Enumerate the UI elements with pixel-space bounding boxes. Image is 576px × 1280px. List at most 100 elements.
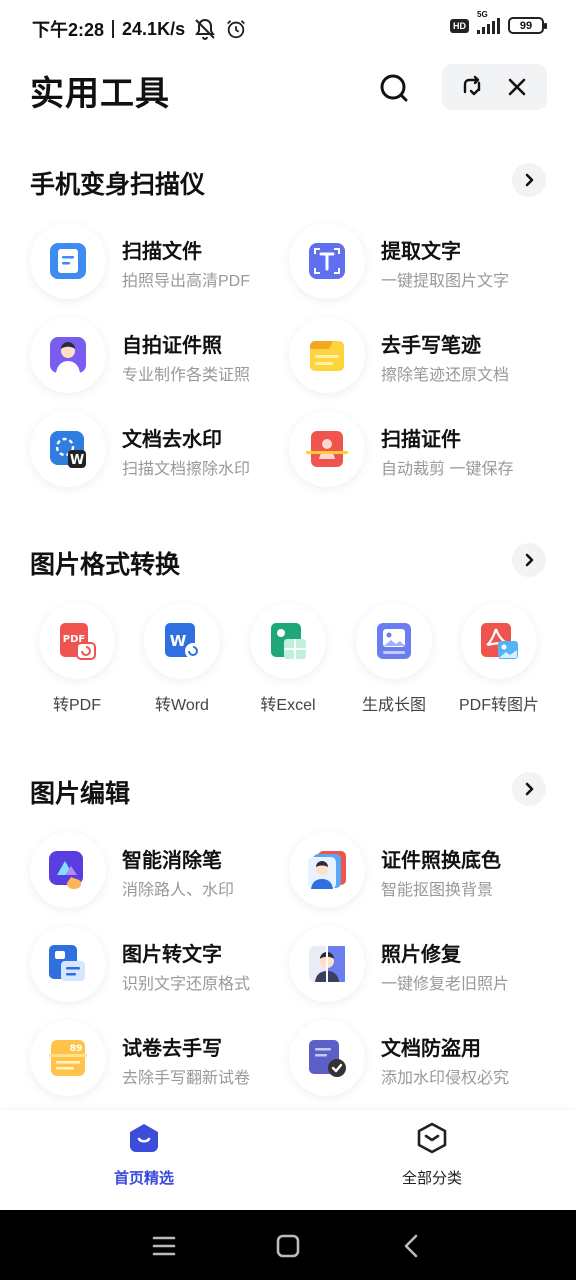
pdf-to-image-icon [481, 623, 518, 659]
edit-section: 图片编辑 智能消除笔 消除路人、水印 证件照换底色 智能抠图换背景 图片转文字 … [0, 772, 576, 1112]
battery-icon: 99 [508, 17, 547, 34]
image-to-text-icon [49, 945, 85, 981]
network-type: 5G [477, 9, 488, 19]
remove-handwriting-icon [310, 341, 344, 371]
section-title: 图片格式转换 [30, 551, 181, 579]
tool-name: 扫描文件 [122, 241, 202, 263]
search-icon [380, 74, 408, 102]
tool-name: 去手写笔迹 [381, 335, 481, 357]
tool-smart-eraser[interactable]: 智能消除笔 消除路人、水印 [30, 832, 300, 912]
tool-desc: 识别文字还原格式 [122, 976, 251, 993]
format-label: 生成长图 [361, 697, 426, 714]
tool-desc: 一键提取图片文字 [381, 273, 510, 290]
tool-desc: 智能抠图换背景 [381, 882, 494, 899]
extract-text-icon [309, 243, 345, 279]
status-bar: 下午2:28 24.1K/s HD 5G 99 [0, 0, 576, 56]
svg-text:89: 89 [70, 1044, 83, 1054]
exam-clean-icon: 89 [49, 1040, 87, 1076]
tool-desc: 擦除笔迹还原文档 [381, 367, 510, 384]
chevron-right-icon [525, 782, 534, 796]
tool-desc: 消除路人、水印 [122, 882, 235, 899]
id-photo-icon [50, 337, 86, 373]
tool-desc: 自动裁剪 一键保存 [381, 461, 514, 478]
tool-exam-clean[interactable]: 89 试卷去手写 去除手写翻新试卷 [30, 1020, 300, 1100]
tool-desc: 扫描文档擦除水印 [122, 461, 251, 478]
mini-program-capsule [442, 64, 547, 110]
remove-watermark-icon: W [50, 431, 86, 468]
tool-change-background[interactable]: 证件照换底色 智能抠图换背景 [289, 832, 559, 912]
battery-level: 99 [519, 19, 533, 32]
section-title: 手机变身扫描仪 [30, 171, 206, 199]
svg-text:W: W [70, 453, 84, 468]
change-background-icon [308, 851, 346, 889]
format-label: 转Excel [260, 697, 316, 714]
scan-document-icon [50, 243, 86, 279]
svg-text:W: W [170, 632, 187, 650]
format-more-button[interactable] [512, 543, 546, 577]
scan-id-icon [306, 431, 348, 467]
close-icon [508, 78, 526, 96]
tool-desc: 一键修复老旧照片 [381, 976, 510, 993]
status-separator [112, 20, 115, 38]
tab-home[interactable]: 首页精选 [69, 1122, 219, 1188]
format-to-excel[interactable]: 转Excel [238, 603, 338, 723]
tool-desc: 专业制作各类证照 [122, 367, 251, 384]
format-pdf-to-image[interactable]: PDF转图片 [449, 603, 549, 723]
tool-scan-id[interactable]: 扫描证件 自动裁剪 一键保存 [289, 411, 559, 491]
format-long-image[interactable]: 生成长图 [344, 603, 444, 723]
smart-eraser-icon [49, 851, 83, 889]
tool-desc: 去除手写翻新试卷 [122, 1070, 251, 1087]
close-button[interactable] [502, 72, 532, 102]
format-label: PDF转图片 [458, 697, 539, 714]
tab-categories-label: 全部分类 [401, 1170, 462, 1187]
categories-box-icon [417, 1122, 447, 1154]
to-word-icon: W [165, 623, 201, 659]
format-label: 转Word [155, 697, 209, 714]
signal-icon: 5G [477, 10, 500, 34]
alarm-icon [227, 20, 245, 39]
home-nav-button[interactable] [274, 1232, 302, 1260]
tool-name: 智能消除笔 [122, 850, 222, 872]
to-pdf-icon: PDF [60, 623, 96, 660]
tool-remove-watermark[interactable]: W 文档去水印 扫描文档擦除水印 [30, 411, 300, 491]
tool-name: 文档去水印 [122, 429, 222, 451]
system-nav-bar [0, 1210, 576, 1280]
tool-desc: 拍照导出高清PDF [122, 273, 251, 290]
tool-desc: 添加水印侵权必究 [381, 1070, 510, 1087]
menu-icon [152, 1236, 176, 1256]
tool-id-photo[interactable]: 自拍证件照 专业制作各类证照 [30, 317, 300, 397]
hd-badge: HD [450, 18, 469, 33]
back-arrow-icon [404, 1234, 418, 1258]
tab-home-label: 首页精选 [113, 1170, 174, 1187]
recent-apps-button[interactable] [150, 1232, 178, 1260]
switch-icon [464, 75, 481, 96]
edit-more-button[interactable] [512, 772, 546, 806]
home-icon [130, 1124, 158, 1152]
tab-categories[interactable]: 全部分类 [357, 1122, 507, 1188]
scanner-section: 手机变身扫描仪 扫描文件 拍照导出高清PDF 提取文字 一键提取图片文字 自拍证… [0, 163, 576, 503]
tool-name: 照片修复 [381, 944, 461, 966]
format-to-pdf[interactable]: PDF 转PDF [27, 603, 127, 723]
tool-doc-protect[interactable]: 文档防盗用 添加水印侵权必究 [289, 1020, 559, 1100]
switch-button[interactable] [457, 72, 487, 102]
long-image-icon [377, 623, 411, 659]
status-speed: 24.1K/s [122, 18, 186, 39]
tool-extract-text[interactable]: 提取文字 一键提取图片文字 [289, 223, 559, 303]
tool-image-to-text[interactable]: 图片转文字 识别文字还原格式 [30, 926, 300, 1006]
section-title: 图片编辑 [30, 780, 131, 808]
scanner-more-button[interactable] [512, 163, 546, 197]
search-button[interactable] [374, 68, 414, 108]
tool-name: 试卷去手写 [122, 1038, 222, 1060]
square-home-icon [276, 1234, 300, 1258]
tool-remove-handwriting[interactable]: 去手写笔迹 擦除笔迹还原文档 [289, 317, 559, 397]
chevron-right-icon [525, 173, 534, 187]
tool-name: 提取文字 [381, 241, 461, 263]
tool-scan-document[interactable]: 扫描文件 拍照导出高清PDF [30, 223, 300, 303]
tool-photo-repair[interactable]: 照片修复 一键修复老旧照片 [289, 926, 559, 1006]
tool-name: 文档防盗用 [381, 1038, 481, 1060]
format-to-word[interactable]: W 转Word [132, 603, 232, 723]
tool-name: 自拍证件照 [122, 335, 222, 357]
back-nav-button[interactable] [398, 1232, 426, 1260]
tool-name: 图片转文字 [122, 944, 222, 966]
mute-icon [195, 18, 215, 40]
